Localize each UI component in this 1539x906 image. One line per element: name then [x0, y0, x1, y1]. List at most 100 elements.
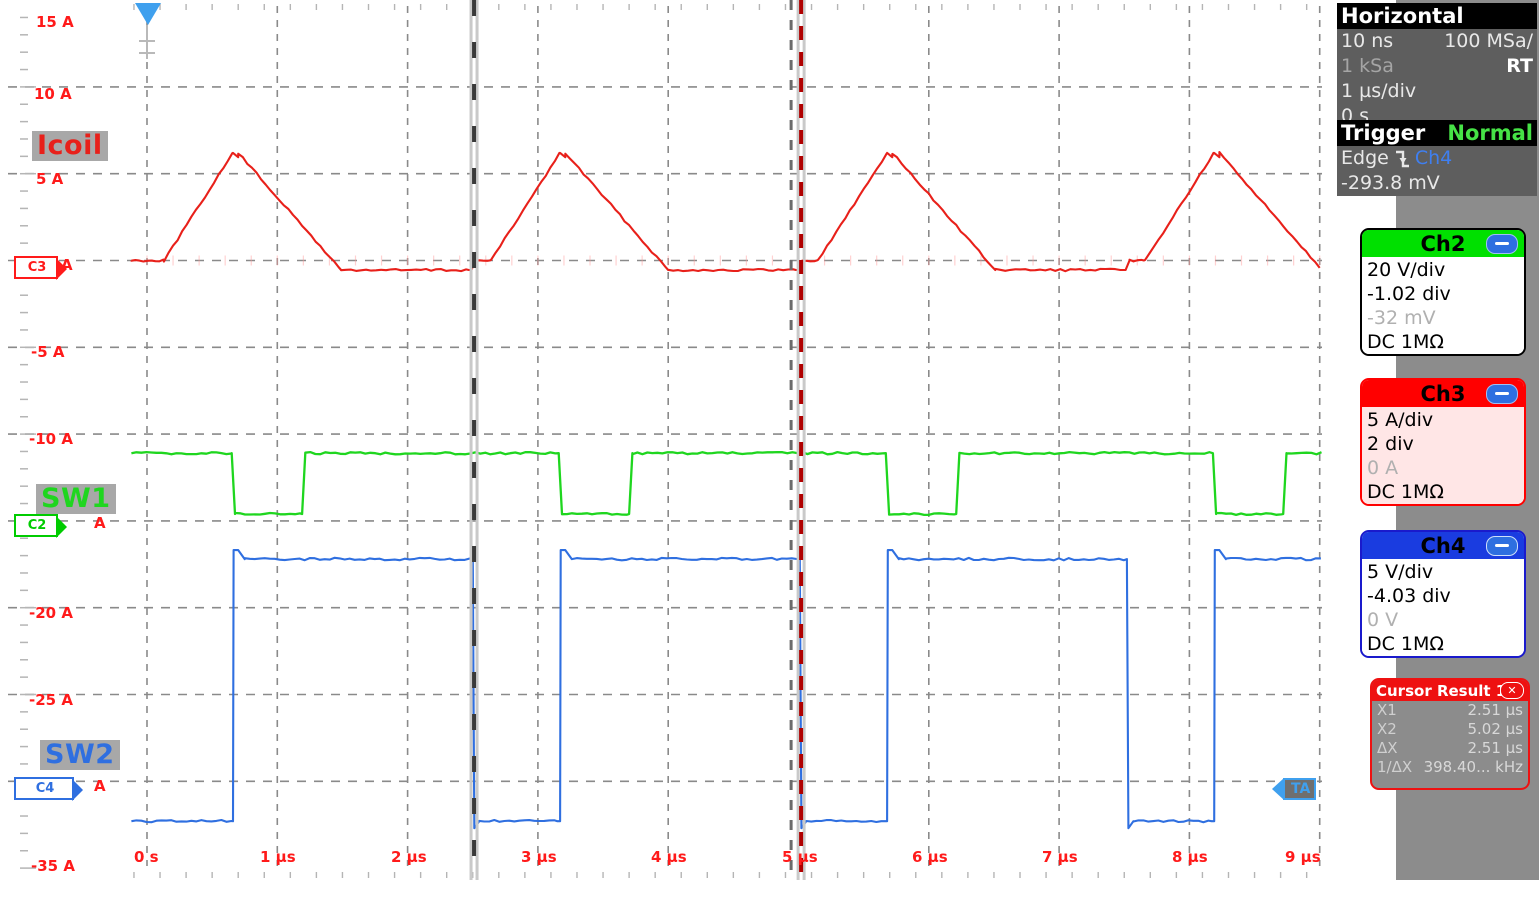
x-axis-label: 6 µs — [912, 848, 948, 866]
channel-ch2-title-bar[interactable]: Ch2 — [1362, 230, 1524, 257]
channel-card-ch4[interactable]: Ch4 5 V/div -4.03 div 0 V DC 1MΩ — [1360, 530, 1526, 658]
x-axis-label: 3 µs — [521, 848, 557, 866]
trigger-body: Edge Ch4 -293.8 mV — [1337, 146, 1537, 196]
channel-ch3-title-bar[interactable]: Ch3 — [1362, 380, 1524, 407]
y-axis-label: -20 A — [29, 604, 73, 622]
channel-ch4-offset: 0 V — [1367, 609, 1399, 631]
cursor-row-dx-value: 2.51 µs — [1467, 739, 1523, 757]
horizontal-sample-rate: 100 MSa/ — [1444, 30, 1533, 52]
cursor-row-dx-label: ΔX — [1377, 739, 1398, 757]
cursor-result-title: Cursor Result 1 — [1376, 681, 1507, 700]
cursor-row-x1-label: X1 — [1377, 701, 1397, 719]
trace-label-sw1: SW1 — [36, 484, 116, 515]
channel-ch3-body: 5 A/div 2 div 0 A DC 1MΩ — [1362, 407, 1524, 504]
y-axis-label: -35 A — [31, 857, 75, 875]
zero-level-label-c2: A — [94, 514, 106, 532]
channel-marker-c3-label: C3 — [27, 260, 47, 275]
trigger-block[interactable]: Trigger Normal Edge Ch4 -293.8 mV — [1337, 120, 1537, 196]
y-axis-label: 5 A — [36, 170, 64, 188]
trigger-position-tick-icon — [139, 40, 155, 42]
channel-ch3-name: Ch3 — [1420, 381, 1466, 406]
x-axis-label: 5 µs — [782, 848, 818, 866]
channel-marker-c4-label: C4 — [35, 781, 55, 796]
channel-ch2-scale: 20 V/div — [1367, 259, 1446, 281]
trigger-position-tick2-icon — [139, 52, 155, 54]
trigger-source: Ch4 — [1414, 147, 1453, 169]
trigger-type: Edge — [1341, 147, 1389, 169]
horizontal-mode: RT — [1506, 55, 1533, 77]
channel-ch2-position: -1.02 div — [1367, 283, 1451, 305]
x-axis-label: 2 µs — [391, 848, 427, 866]
horizontal-block[interactable]: Horizontal 10 ns 100 MSa/ 1 kSa RT 1 µs/… — [1337, 3, 1537, 129]
cursor-layer[interactable] — [0, 0, 1330, 906]
channel-ch2-toggle-icon[interactable] — [1486, 234, 1518, 254]
channel-ch4-body: 5 V/div -4.03 div 0 V DC 1MΩ — [1362, 559, 1524, 656]
cursor-row-x2-label: X2 — [1377, 720, 1397, 738]
channel-ch3-offset: 0 A — [1367, 457, 1399, 479]
trace-label-sw2: SW2 — [40, 740, 120, 771]
channel-ch4-name: Ch4 — [1420, 533, 1466, 558]
trigger-level-marker[interactable]: TA — [1283, 778, 1317, 800]
channel-marker-c3[interactable]: C3 — [14, 256, 67, 280]
close-icon[interactable]: ✕ — [1500, 682, 1524, 699]
channel-marker-c4-tip — [72, 779, 83, 801]
cursor-result-card[interactable]: Cursor Result 1 ✕ X1 2.51 µs X2 5.02 µs … — [1370, 678, 1530, 790]
channel-marker-c4[interactable]: C4 — [14, 777, 83, 801]
x-axis-label: 4 µs — [651, 848, 687, 866]
channel-card-ch3[interactable]: Ch3 5 A/div 2 div 0 A DC 1MΩ — [1360, 378, 1526, 506]
cursor-row-invdx-value: 398.40... kHz — [1423, 758, 1523, 776]
channel-card-ch2[interactable]: Ch2 20 V/div -1.02 div -32 mV DC 1MΩ — [1360, 228, 1526, 356]
cursor-row-invdx: 1/ΔX 398.40... kHz — [1372, 758, 1528, 777]
y-axis-label: -25 A — [29, 691, 73, 709]
channel-ch4-scale: 5 V/div — [1367, 561, 1434, 583]
cursor-row-invdx-label: 1/ΔX — [1377, 758, 1413, 776]
channel-marker-c2-label: C2 — [27, 518, 47, 533]
x-axis-label: 9 µs — [1285, 848, 1321, 866]
horizontal-title: Horizontal — [1341, 4, 1464, 28]
channel-ch3-scale: 5 A/div — [1367, 409, 1434, 431]
y-axis-label: -5 A — [31, 343, 65, 361]
x-axis-label: 1 µs — [260, 848, 296, 866]
channel-ch3-position: 2 div — [1367, 433, 1414, 455]
zero-level-label-c4: A — [94, 777, 106, 795]
cursor-row-x2-value: 5.02 µs — [1467, 720, 1523, 738]
channel-marker-c2[interactable]: C2 — [14, 514, 67, 538]
x-axis-label: 7 µs — [1042, 848, 1078, 866]
channel-ch2-coupling: DC 1MΩ — [1367, 331, 1444, 353]
channel-ch2-offset: -32 mV — [1367, 307, 1436, 329]
trace-label-icoil: Icoil — [32, 131, 108, 162]
trigger-header: Trigger Normal — [1337, 120, 1537, 146]
cursor-row-x1-value: 2.51 µs — [1467, 701, 1523, 719]
channel-ch2-name: Ch2 — [1420, 231, 1466, 256]
horizontal-timebase: 1 µs/div — [1341, 80, 1417, 102]
horizontal-header: Horizontal — [1337, 3, 1537, 29]
channel-ch2-body: 20 V/div -1.02 div -32 mV DC 1MΩ — [1362, 257, 1524, 354]
channel-ch4-toggle-icon[interactable] — [1486, 536, 1518, 556]
y-axis-label: -10 A — [29, 430, 73, 448]
x-axis-label: 8 µs — [1172, 848, 1208, 866]
y-axis-label: 10 A — [34, 85, 72, 103]
horizontal-memory: 1 kSa — [1341, 55, 1394, 77]
oscilloscope-plot-area[interactable]: 15 A 10 A 5 A -5 A -10 A -20 A -25 A -35… — [0, 0, 1330, 906]
channel-ch3-toggle-icon[interactable] — [1486, 384, 1518, 404]
trigger-mode: Normal — [1447, 121, 1533, 145]
channel-marker-c3-tip — [56, 258, 67, 280]
trigger-position-marker-icon[interactable] — [135, 3, 161, 25]
cursor-result-title-bar: Cursor Result 1 ✕ — [1372, 680, 1528, 701]
scope-info-panel: Horizontal 10 ns 100 MSa/ 1 kSa RT 1 µs/… — [1330, 0, 1539, 906]
falling-edge-icon — [1395, 150, 1409, 167]
cursor-row-dx: ΔX 2.51 µs — [1372, 739, 1528, 758]
trigger-level: -293.8 mV — [1341, 172, 1440, 194]
channel-marker-c2-tip — [56, 516, 67, 538]
trigger-title: Trigger — [1341, 121, 1426, 145]
cursor-row-x2: X2 5.02 µs — [1372, 720, 1528, 739]
cursor-row-x1: X1 2.51 µs — [1372, 701, 1528, 720]
channel-ch4-coupling: DC 1MΩ — [1367, 633, 1444, 655]
channel-ch3-coupling: DC 1MΩ — [1367, 481, 1444, 503]
channel-ch4-position: -4.03 div — [1367, 585, 1451, 607]
y-axis-label: 15 A — [36, 13, 74, 31]
x-axis-label: 0 s — [134, 848, 159, 866]
horizontal-body: 10 ns 100 MSa/ 1 kSa RT 1 µs/div 0 s — [1337, 29, 1537, 129]
channel-ch4-title-bar[interactable]: Ch4 — [1362, 532, 1524, 559]
horizontal-resolution: 10 ns — [1341, 30, 1394, 52]
